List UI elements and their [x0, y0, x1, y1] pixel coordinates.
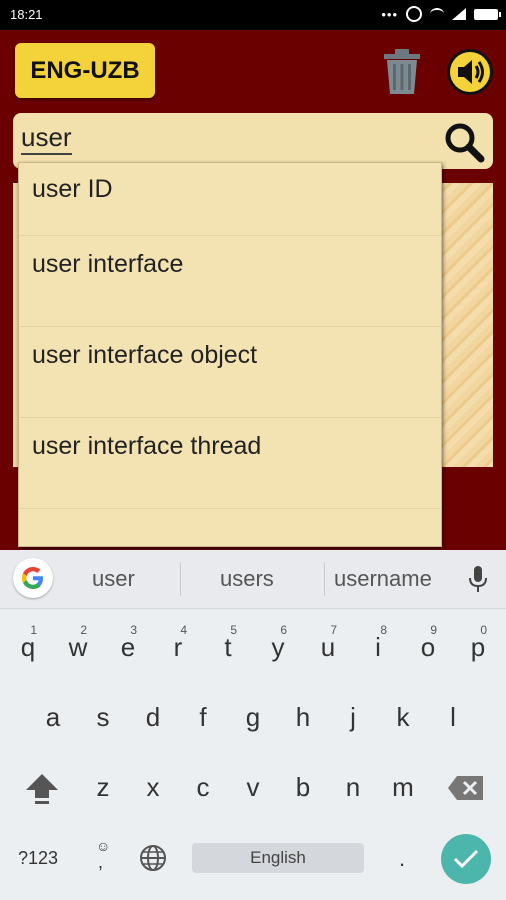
key-number-hint: 0	[480, 623, 487, 637]
globe-icon[interactable]	[138, 843, 168, 873]
keyboard-suggestion-bar: user users username	[0, 550, 506, 609]
key-label: l	[450, 701, 456, 732]
key-y[interactable]: y6	[255, 617, 301, 677]
key-number-hint: 5	[230, 623, 237, 637]
key-t[interactable]: t5	[205, 617, 251, 677]
key-label: n	[345, 771, 361, 802]
search-bar[interactable]: user	[13, 113, 493, 169]
key-l[interactable]: l	[430, 687, 476, 747]
key-d[interactable]: d	[130, 687, 176, 747]
key-f[interactable]: f	[180, 687, 226, 747]
key-label: a	[45, 701, 61, 732]
suggestion-item[interactable]: user ID	[19, 163, 441, 236]
keyboard-suggestion[interactable]: username	[334, 566, 432, 592]
key-h[interactable]: h	[280, 687, 326, 747]
key-label: j	[350, 701, 356, 732]
key-a[interactable]: a	[30, 687, 76, 747]
space-key[interactable]: English	[192, 843, 364, 873]
symbols-key[interactable]: ?123	[18, 848, 58, 869]
key-j[interactable]: j	[330, 687, 376, 747]
keyboard-suggestion[interactable]: user	[92, 566, 135, 592]
divider	[180, 562, 181, 596]
key-label: s	[96, 701, 110, 732]
result-panel	[440, 183, 493, 467]
suggestion-item[interactable]: user interface	[19, 236, 441, 327]
key-o[interactable]: o9	[405, 617, 451, 677]
key-q[interactable]: q1	[5, 617, 51, 677]
signal-icon	[452, 8, 466, 20]
autocomplete-dropdown: user ID user interface user interface ob…	[18, 162, 442, 547]
enter-key[interactable]	[441, 834, 491, 884]
key-k[interactable]: k	[380, 687, 426, 747]
backspace-icon[interactable]	[447, 775, 485, 801]
key-number-hint: 2	[80, 623, 87, 637]
status-bar: 18:21 •••	[0, 0, 506, 30]
shift-icon[interactable]	[22, 770, 62, 806]
trash-icon[interactable]	[381, 48, 423, 96]
key-label: z	[96, 771, 110, 802]
key-label: f	[199, 701, 207, 732]
key-g[interactable]: g	[230, 687, 276, 747]
key-number-hint: 9	[430, 623, 437, 637]
key-number-hint: 7	[330, 623, 337, 637]
key-u[interactable]: u7	[305, 617, 351, 677]
key-label: c	[196, 771, 210, 802]
key-p[interactable]: p0	[455, 617, 501, 677]
key-number-hint: 4	[180, 623, 187, 637]
suggestion-item[interactable]: user interface object	[19, 327, 441, 418]
key-v[interactable]: v	[230, 757, 276, 817]
language-toggle-button[interactable]: ENG-UZB	[15, 43, 155, 98]
key-z[interactable]: z	[80, 757, 126, 817]
search-input[interactable]: user	[21, 123, 72, 155]
dots-icon: •••	[381, 6, 398, 22]
keyboard-suggestion[interactable]: users	[220, 566, 274, 592]
key-r[interactable]: r4	[155, 617, 201, 677]
key-s[interactable]: s	[80, 687, 126, 747]
key-label: x	[146, 771, 160, 802]
key-i[interactable]: i8	[355, 617, 401, 677]
alarm-icon	[406, 6, 422, 22]
speaker-icon[interactable]	[446, 48, 494, 96]
key-b[interactable]: b	[280, 757, 326, 817]
key-number-hint: 8	[380, 623, 387, 637]
period-key[interactable]: .	[399, 846, 405, 872]
key-label: g	[245, 701, 261, 732]
key-number-hint: 1	[30, 623, 37, 637]
suggestion-item[interactable]: user interface thread	[19, 418, 441, 509]
key-label: k	[396, 701, 410, 732]
wifi-icon	[430, 8, 444, 20]
key-number-hint: 3	[130, 623, 137, 637]
key-label: h	[295, 701, 311, 732]
key-e[interactable]: e3	[105, 617, 151, 677]
google-icon[interactable]	[13, 558, 53, 598]
battery-icon	[474, 8, 501, 20]
mic-icon[interactable]	[468, 564, 488, 594]
comma-key[interactable]: ,	[98, 852, 103, 873]
key-label: m	[392, 771, 414, 802]
checkmark-icon	[453, 849, 479, 869]
key-label: v	[246, 771, 260, 802]
key-w[interactable]: w2	[55, 617, 101, 677]
key-number-hint: 6	[280, 623, 287, 637]
status-time: 18:21	[10, 7, 43, 22]
search-icon[interactable]	[443, 121, 485, 163]
key-label: d	[145, 701, 161, 732]
divider	[324, 562, 325, 596]
key-n[interactable]: n	[330, 757, 376, 817]
key-c[interactable]: c	[180, 757, 226, 817]
key-label: b	[295, 771, 311, 802]
key-x[interactable]: x	[130, 757, 176, 817]
key-m[interactable]: m	[380, 757, 426, 817]
